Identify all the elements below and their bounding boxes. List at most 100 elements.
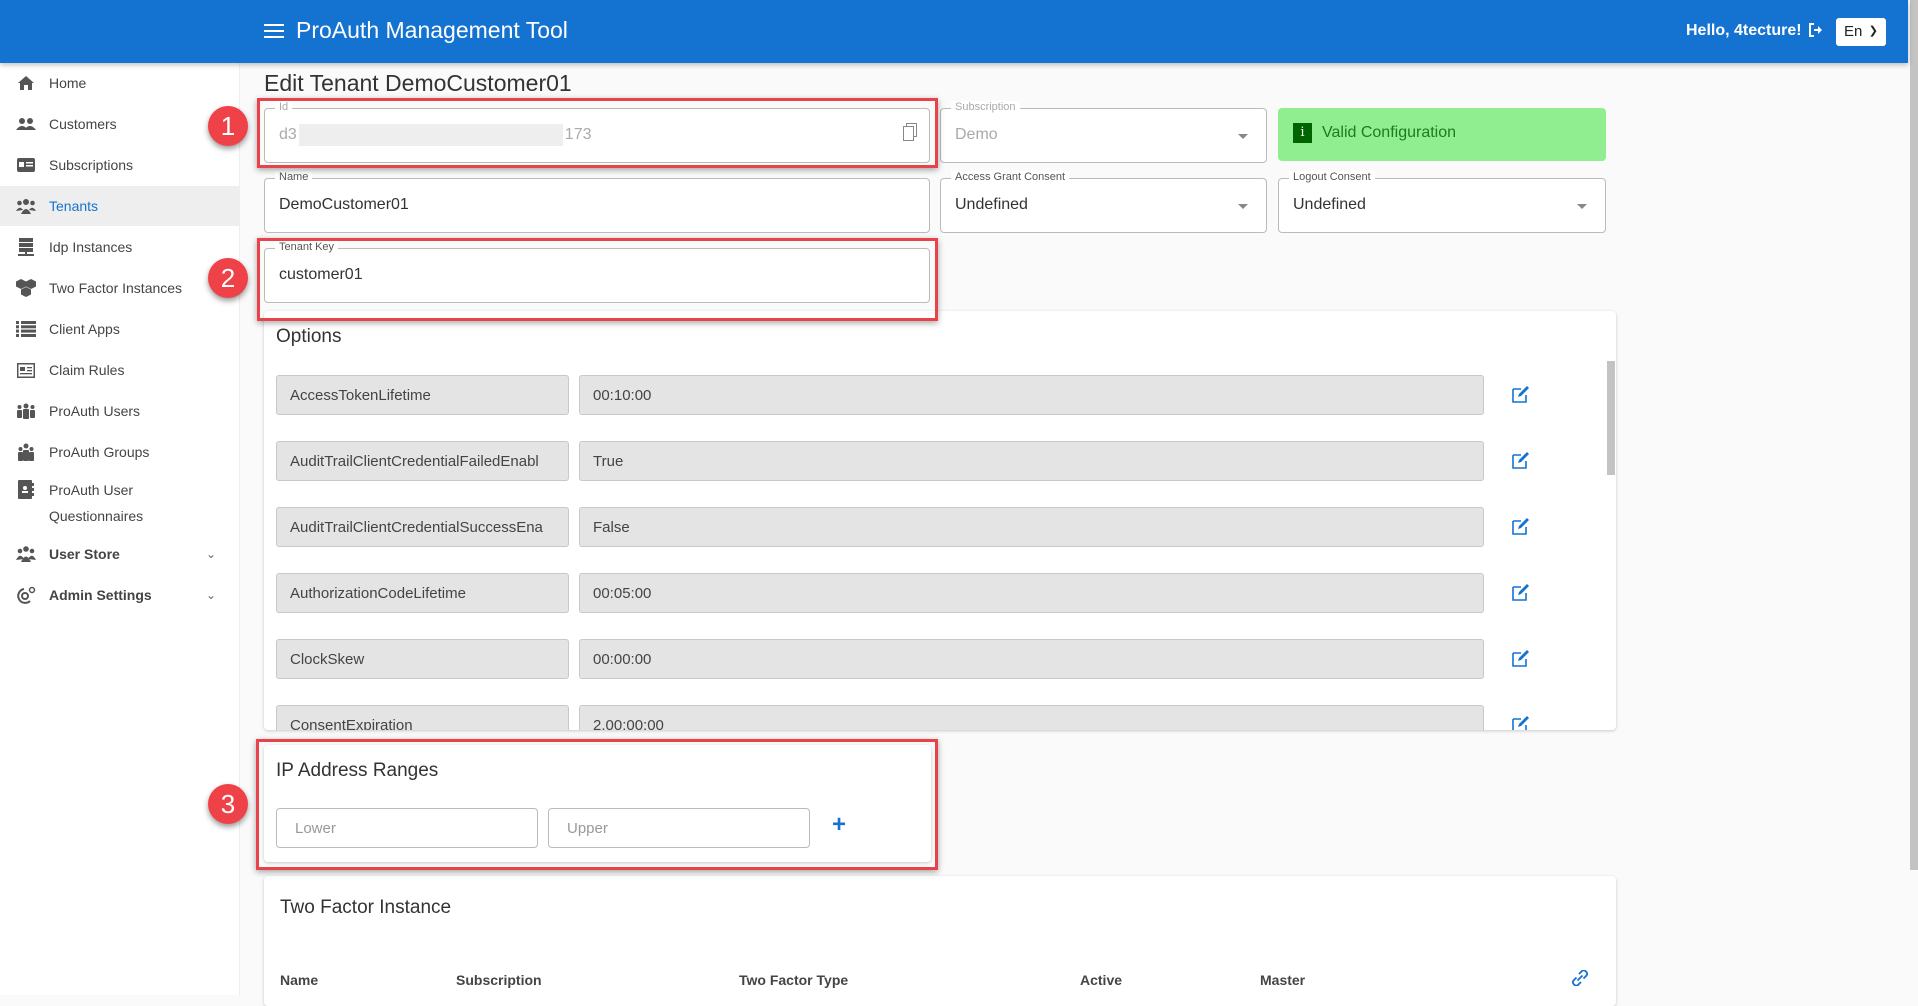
option-key: AuthorizationCodeLifetime bbox=[276, 573, 569, 613]
edit-icon[interactable] bbox=[1512, 451, 1530, 469]
sidebar-item-label-line2: Questionnaires bbox=[49, 508, 144, 524]
sidebar-item-client-apps[interactable]: Client Apps bbox=[0, 309, 240, 349]
column-header-two-factor-type: Two Factor Type bbox=[739, 972, 849, 988]
sidebar-item-label: Customers bbox=[49, 116, 117, 132]
option-row: ConsentExpiration 2.00:00:00 bbox=[276, 705, 1576, 730]
address-book-icon bbox=[16, 479, 36, 499]
tenants-icon bbox=[16, 196, 36, 216]
name-value: DemoCustomer01 bbox=[279, 196, 409, 213]
sidebar-item-label-line1: ProAuth User bbox=[49, 482, 134, 498]
app-header: ProAuth Management Tool Hello, 4tecture!… bbox=[0, 0, 1908, 63]
name-input[interactable]: Name DemoCustomer01 bbox=[264, 171, 930, 233]
sidebar-item-idp-instances[interactable]: Idp Instances bbox=[0, 227, 240, 267]
list-icon bbox=[16, 319, 36, 339]
sidebar-item-label: Two Factor Instances bbox=[49, 280, 183, 296]
sidebar-item-label: Home bbox=[49, 75, 87, 91]
dropdown-caret-icon bbox=[1577, 204, 1587, 209]
language-select[interactable]: En ❯ bbox=[1836, 18, 1886, 46]
home-icon bbox=[16, 73, 36, 93]
sidebar-item-label: ProAuth Users bbox=[49, 403, 141, 419]
sidebar-item-label: Admin Settings bbox=[49, 587, 152, 603]
option-row: AccessTokenLifetime 00:10:00 bbox=[276, 375, 1576, 415]
option-value: 2.00:00:00 bbox=[579, 705, 1484, 730]
cubes-icon bbox=[16, 278, 36, 298]
sidebar-item-admin-settings[interactable]: Admin Settings ⌄ bbox=[0, 575, 240, 615]
sidebar-item-proauth-user-questionnaires[interactable]: ProAuth User Questionnaires bbox=[0, 473, 240, 531]
access-grant-consent-select[interactable]: Access Grant Consent Undefined bbox=[940, 171, 1267, 233]
chevron-down-icon: ❯ bbox=[1868, 25, 1878, 37]
page-title: Edit Tenant DemoCustomer01 bbox=[264, 70, 572, 96]
sidebar-item-proauth-groups[interactable]: ProAuth Groups bbox=[0, 432, 240, 472]
sidebar-item-home[interactable]: Home bbox=[0, 63, 240, 103]
edit-icon[interactable] bbox=[1512, 583, 1530, 601]
subscriptions-icon bbox=[16, 155, 36, 175]
options-card: Options AccessTokenLifetime 00:10:00 Aud… bbox=[264, 311, 1616, 730]
logout-consent-select[interactable]: Logout Consent Undefined bbox=[1278, 171, 1606, 233]
annotation-highlight-2 bbox=[257, 238, 938, 321]
option-value: False bbox=[579, 507, 1484, 547]
dropdown-caret-icon bbox=[1238, 204, 1248, 209]
logout-consent-label: Logout Consent bbox=[1289, 171, 1375, 183]
chevron-down-icon: ⌄ bbox=[206, 588, 217, 602]
chevron-down-icon: ⌄ bbox=[206, 547, 217, 561]
edit-icon[interactable] bbox=[1512, 385, 1530, 403]
app-title: ProAuth Management Tool bbox=[296, 17, 568, 43]
user-greeting: Hello, 4tecture! bbox=[1686, 22, 1802, 39]
page-scrollbar[interactable] bbox=[1910, 0, 1918, 870]
sidebar-item-label: Idp Instances bbox=[49, 239, 133, 255]
sidebar-item-label: Claim Rules bbox=[49, 362, 125, 378]
language-value: En bbox=[1844, 23, 1863, 40]
option-row: AuditTrailClientCredentialFailedEnabl Tr… bbox=[276, 441, 1576, 481]
sidebar-item-subscriptions[interactable]: Subscriptions bbox=[0, 145, 240, 185]
sidebar: Home Customers Subscriptions Tenants Idp… bbox=[0, 63, 240, 995]
link-icon[interactable] bbox=[1572, 970, 1588, 986]
sidebar-item-user-store[interactable]: User Store ⌄ bbox=[0, 534, 240, 574]
options-scrollbar[interactable] bbox=[1607, 361, 1615, 475]
edit-icon[interactable] bbox=[1512, 649, 1530, 667]
sidebar-item-tenants[interactable]: Tenants bbox=[0, 186, 240, 226]
annotation-highlight-1 bbox=[257, 98, 938, 168]
annotation-badge-3: 3 bbox=[208, 784, 248, 824]
server-icon bbox=[16, 237, 36, 257]
option-key: AccessTokenLifetime bbox=[276, 375, 569, 415]
hamburger-menu-icon[interactable] bbox=[264, 20, 284, 42]
info-icon: i bbox=[1293, 123, 1312, 143]
annotation-highlight-3 bbox=[256, 739, 938, 870]
option-row: ClockSkew 00:00:00 bbox=[276, 639, 1576, 679]
subscription-value: Demo bbox=[955, 126, 998, 143]
sidebar-item-proauth-users[interactable]: ProAuth Users bbox=[0, 391, 240, 431]
option-key: AuditTrailClientCredentialSuccessEna bbox=[276, 507, 569, 547]
dropdown-caret-icon bbox=[1238, 134, 1248, 139]
admin-settings-icon bbox=[16, 585, 36, 605]
subscription-select[interactable]: Subscription Demo bbox=[940, 101, 1267, 163]
user-store-icon bbox=[16, 544, 36, 564]
logout-icon[interactable] bbox=[1807, 21, 1823, 39]
option-row: AuditTrailClientCredentialSuccessEna Fal… bbox=[276, 507, 1576, 547]
sidebar-item-label: Client Apps bbox=[49, 321, 120, 337]
group-icon bbox=[16, 442, 36, 462]
annotation-badge-2: 2 bbox=[208, 258, 248, 298]
option-row: AuthorizationCodeLifetime 00:05:00 bbox=[276, 573, 1576, 613]
newspaper-icon bbox=[16, 360, 36, 380]
configuration-status-text: Valid Configuration bbox=[1322, 124, 1457, 141]
option-value: True bbox=[579, 441, 1484, 481]
edit-icon[interactable] bbox=[1512, 517, 1530, 535]
sidebar-item-label: Subscriptions bbox=[49, 157, 134, 173]
option-value: 00:05:00 bbox=[579, 573, 1484, 613]
option-value: 00:10:00 bbox=[579, 375, 1484, 415]
column-header-name: Name bbox=[280, 972, 319, 988]
sidebar-item-customers[interactable]: Customers bbox=[0, 104, 240, 144]
customers-icon bbox=[16, 114, 36, 134]
options-title: Options bbox=[276, 326, 342, 347]
access-grant-consent-label: Access Grant Consent bbox=[951, 171, 1070, 183]
configuration-status-banner: i Valid Configuration bbox=[1278, 108, 1606, 161]
option-key: ClockSkew bbox=[276, 639, 569, 679]
subscription-label: Subscription bbox=[951, 101, 1020, 113]
option-value: 00:00:00 bbox=[579, 639, 1484, 679]
edit-icon[interactable] bbox=[1512, 715, 1530, 730]
sidebar-item-two-factor-instances[interactable]: Two Factor Instances bbox=[0, 268, 240, 308]
users-icon bbox=[16, 401, 36, 421]
name-label: Name bbox=[275, 171, 313, 183]
sidebar-item-claim-rules[interactable]: Claim Rules bbox=[0, 350, 240, 390]
column-header-subscription: Subscription bbox=[456, 972, 542, 988]
